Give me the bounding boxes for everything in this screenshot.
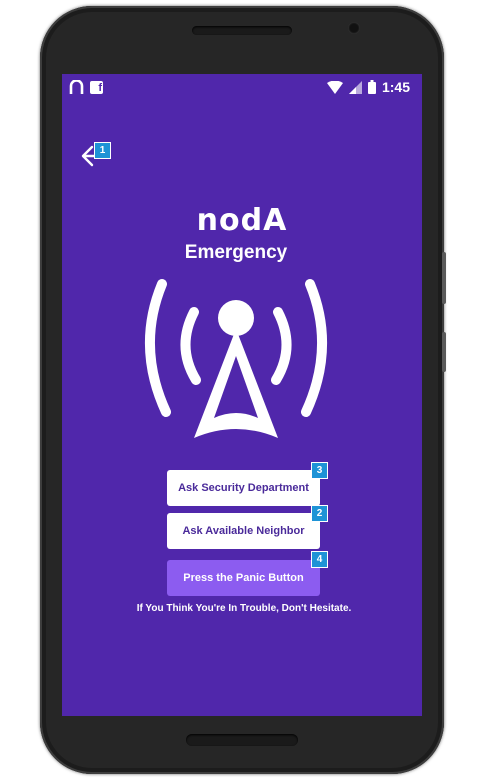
ask-neighbor-label: Ask Available Neighbor <box>182 525 305 537</box>
facebook-icon: f <box>90 80 103 94</box>
panic-button-label: Press the Panic Button <box>183 572 304 584</box>
status-bar: f 1:45 <box>62 74 422 102</box>
radio-tower-icon <box>145 279 327 438</box>
battery-icon <box>367 80 376 94</box>
annotation-badge: 3 <box>311 462 328 479</box>
app-screen: f 1:45 1 nodA Emergency Ask Security Dep… <box>62 74 422 716</box>
annotation-badge: 4 <box>311 551 328 568</box>
annotation-badge: 2 <box>311 505 328 522</box>
signal-icon <box>348 80 362 94</box>
earpiece-speaker <box>192 26 292 35</box>
annotation-badge: 1 <box>94 142 111 159</box>
ask-security-button[interactable]: Ask Security Department <box>167 470 320 506</box>
footer-note: If You Think You're In Trouble, Don't He… <box>136 603 352 614</box>
ask-security-label: Ask Security Department <box>178 482 309 494</box>
wifi-icon <box>326 80 343 94</box>
app-logo: nodA <box>196 203 288 238</box>
power-button <box>442 332 446 372</box>
panic-button[interactable]: Press the Panic Button <box>167 560 320 596</box>
page-title: Emergency <box>184 242 288 263</box>
clock: 1:45 <box>381 79 410 95</box>
bottom-speaker <box>186 734 298 746</box>
volume-button <box>442 252 446 304</box>
front-camera <box>348 22 360 34</box>
ask-neighbor-button[interactable]: Ask Available Neighbor <box>167 513 320 549</box>
noda-notification-icon <box>69 80 84 94</box>
